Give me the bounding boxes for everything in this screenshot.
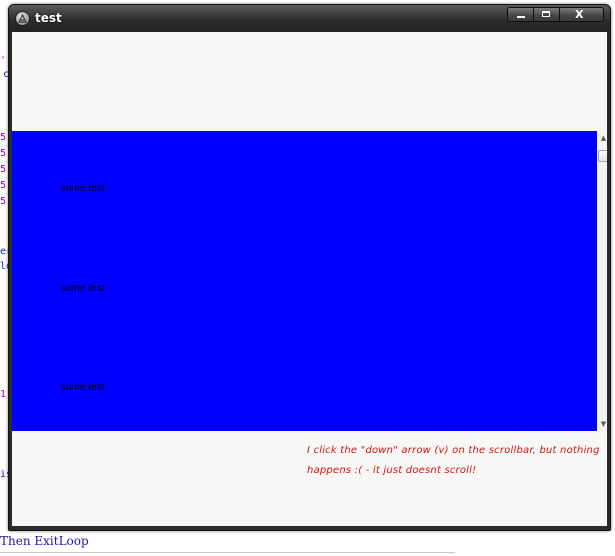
vertical-scrollbar[interactable]: ▲ ▼ bbox=[597, 131, 607, 431]
window-title: test bbox=[35, 11, 62, 25]
code-bottom-line: Then ExitLoop bbox=[0, 534, 89, 548]
handwritten-annotation: I click the "down" arrow (v) on the scro… bbox=[307, 445, 600, 476]
minimize-icon bbox=[517, 16, 525, 18]
panel-label: some test bbox=[61, 183, 105, 194]
close-icon: X bbox=[575, 8, 584, 21]
minimize-button[interactable] bbox=[507, 7, 534, 22]
code-fragment: ' bbox=[0, 55, 7, 66]
scrollable-panel[interactable]: some test some test some test bbox=[12, 131, 597, 431]
chevron-up-icon: ▲ bbox=[600, 134, 607, 142]
scrollbar-thumb[interactable] bbox=[598, 150, 607, 162]
title-bar[interactable]: test X bbox=[9, 5, 610, 32]
maximize-icon bbox=[542, 11, 550, 17]
window-controls: X bbox=[507, 7, 604, 23]
panel-label: some test bbox=[61, 382, 105, 393]
maximize-button[interactable] bbox=[534, 7, 560, 22]
editor-divider bbox=[0, 552, 455, 553]
panel-label: some test bbox=[61, 283, 105, 294]
app-icon[interactable] bbox=[15, 11, 30, 26]
close-button[interactable]: X bbox=[560, 7, 604, 22]
chevron-down-icon: ▼ bbox=[600, 420, 607, 428]
scroll-up-arrow[interactable]: ▲ bbox=[597, 131, 607, 145]
scroll-down-arrow[interactable]: ▼ bbox=[597, 417, 607, 431]
